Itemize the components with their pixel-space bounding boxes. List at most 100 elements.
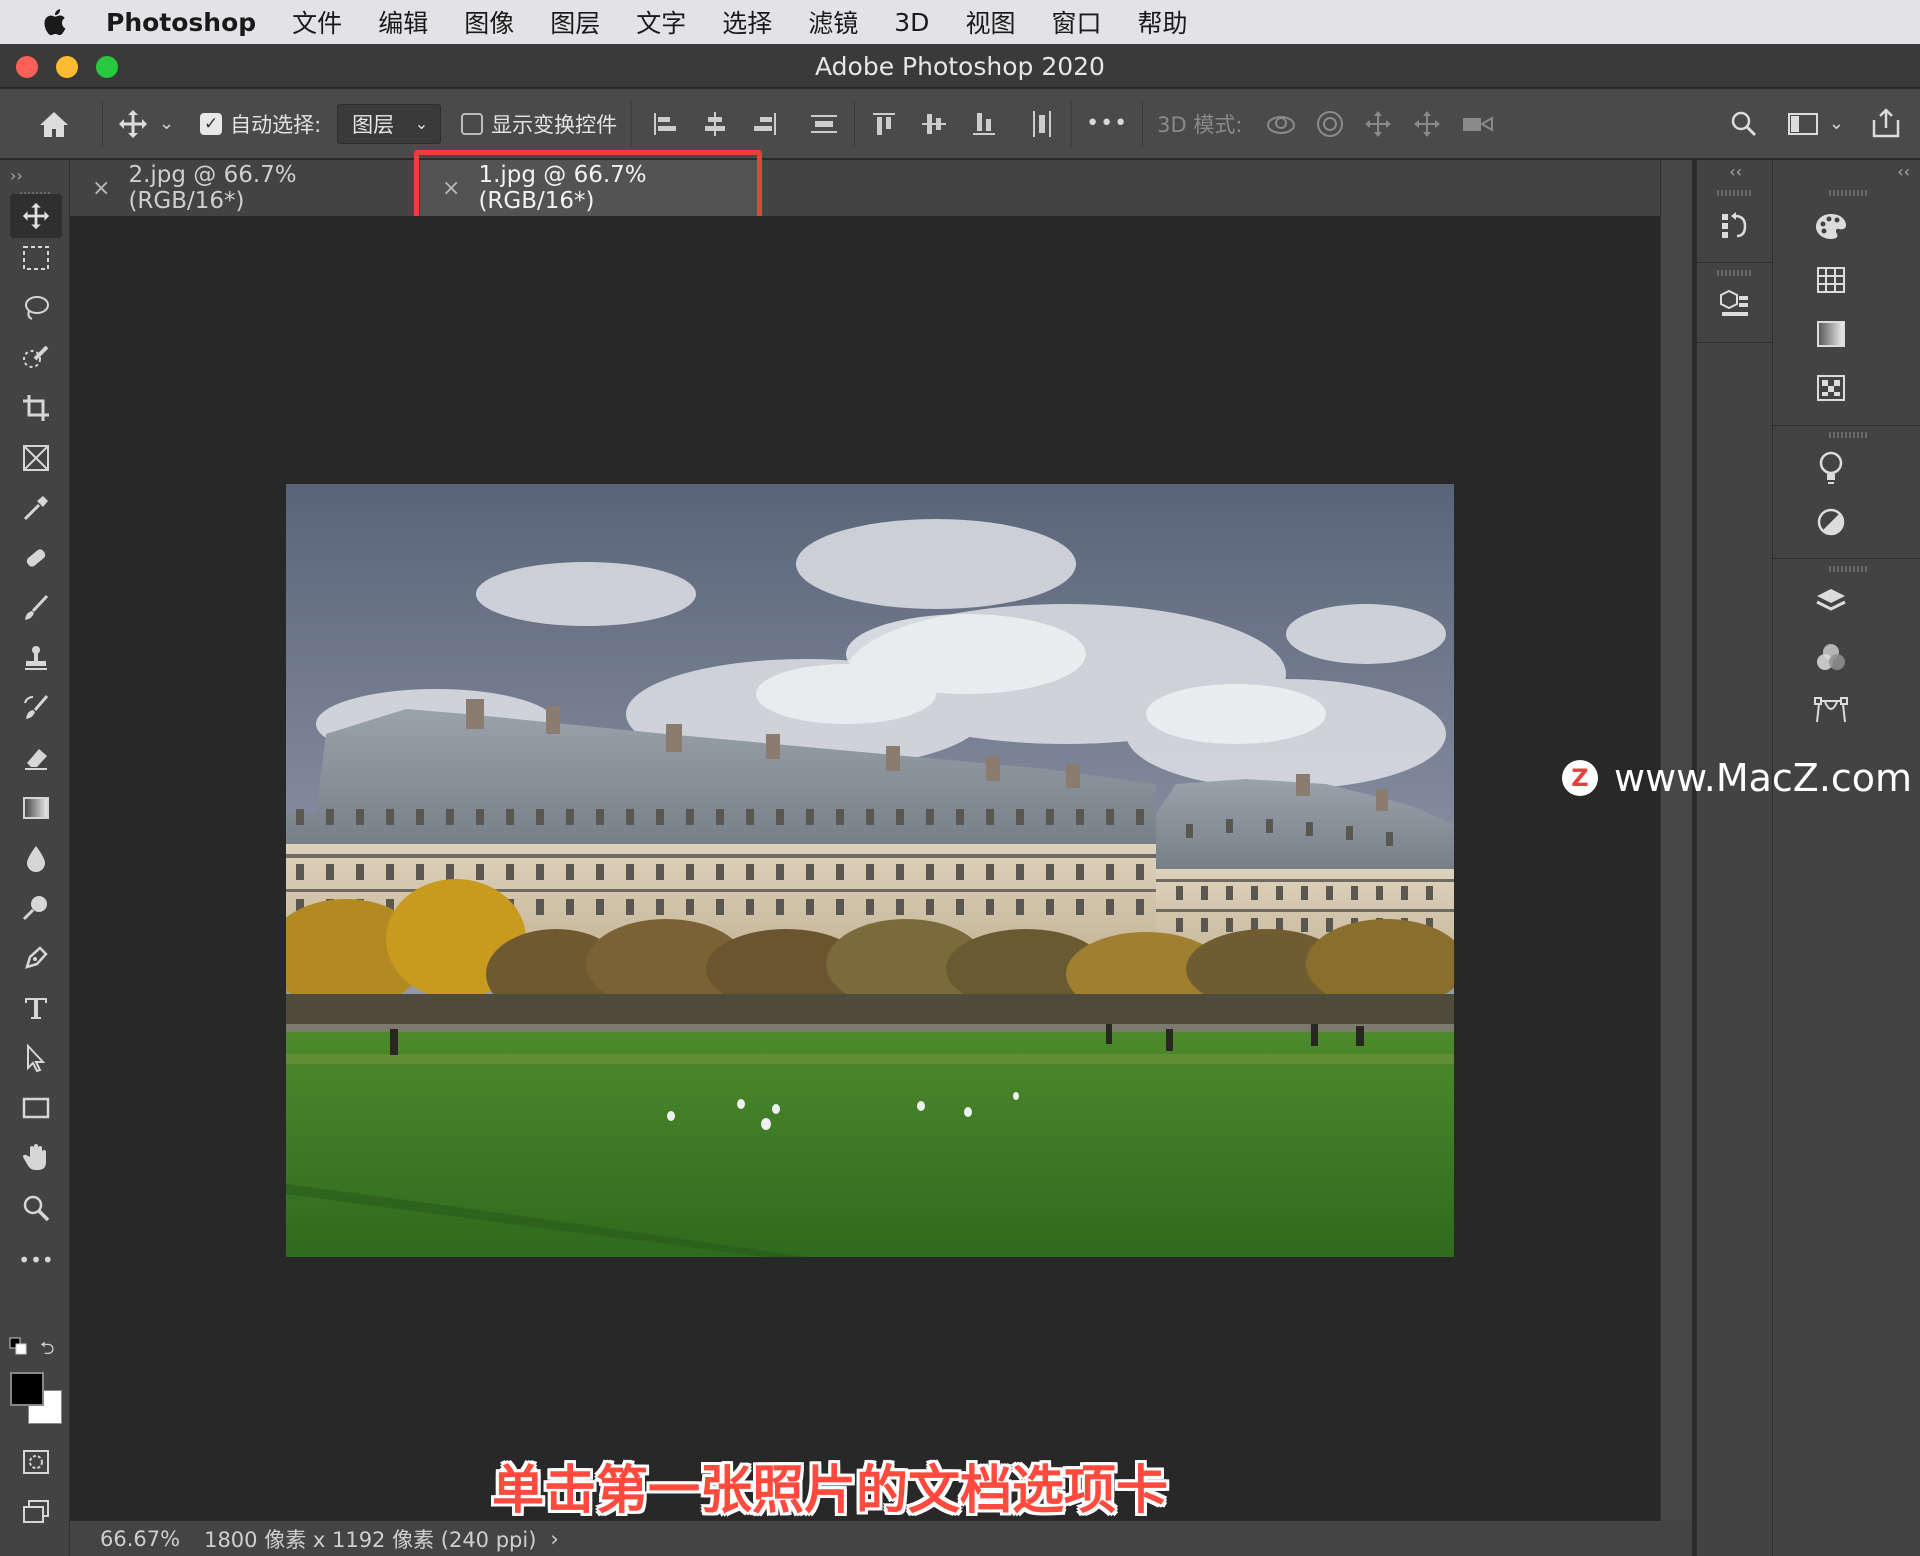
collapse-dock-icon[interactable]: ‹‹ <box>1729 162 1742 181</box>
chevron-down-icon[interactable]: ⌄ <box>159 113 174 134</box>
chevron-down-icon: ⌄ <box>414 114 429 133</box>
color-panel-icon[interactable] <box>1811 206 1851 246</box>
dodge-tool[interactable] <box>10 886 62 930</box>
watermark-text: www.MacZ.com <box>1614 756 1913 800</box>
tutorial-caption: 单击第一张照片的文档选项卡 <box>491 1461 1168 1521</box>
menu-view[interactable]: 视图 <box>965 4 1015 40</box>
marquee-tool[interactable] <box>10 236 62 280</box>
menu-edit[interactable]: 编辑 <box>378 4 428 40</box>
history-panel-icon[interactable] <box>1715 206 1755 246</box>
3d-roll-icon[interactable] <box>1314 108 1346 140</box>
auto-select-checkbox[interactable]: ✓ <box>200 112 223 135</box>
foreground-color-swatch[interactable] <box>10 1372 44 1406</box>
menu-window[interactable]: 窗口 <box>1051 4 1101 40</box>
crop-tool[interactable] <box>10 386 62 430</box>
distribute-h-icon[interactable] <box>808 109 840 139</box>
default-colors-icon[interactable] <box>8 1336 30 1358</box>
status-bar: 66.67% 1800 像素 x 1192 像素 (240 ppi) › <box>70 1521 1692 1556</box>
3d-mode-label: 3D 模式: <box>1157 112 1243 137</box>
rectangle-tool[interactable] <box>10 1086 62 1130</box>
menu-layer[interactable]: 图层 <box>550 4 600 40</box>
expand-toolbar-icon[interactable]: ›› <box>10 166 23 185</box>
share-icon[interactable] <box>1870 107 1902 140</box>
show-transform-label: 显示变换控件 <box>491 112 618 137</box>
collapse-dock-icon[interactable]: ‹‹ <box>1897 162 1910 181</box>
document-tab-bar: × 2.jpg @ 66.7%(RGB/16*) × 1.jpg @ 66.7%… <box>70 160 1692 216</box>
paths-panel-icon[interactable] <box>1811 690 1851 730</box>
menu-select[interactable]: 选择 <box>722 4 772 40</box>
status-menu-arrow[interactable]: › <box>550 1527 558 1551</box>
clone-stamp-tool[interactable] <box>10 636 62 680</box>
document-info: 1800 像素 x 1192 像素 (240 ppi) <box>204 1527 537 1552</box>
window-titlebar: Adobe Photoshop 2020 <box>0 44 1920 88</box>
gradients-panel-icon[interactable] <box>1811 314 1851 354</box>
auto-select-option[interactable]: ✓ 自动选择: <box>200 109 321 139</box>
brush-tool[interactable] <box>10 586 62 630</box>
move-tool-icon[interactable] <box>117 108 149 140</box>
align-center-h-icon[interactable] <box>700 109 730 139</box>
close-tab-icon[interactable]: × <box>92 176 110 201</box>
search-icon[interactable] <box>1729 109 1759 139</box>
3d-orbit-icon[interactable] <box>1264 109 1298 139</box>
panel-dock-narrow: ‹‹ <box>1696 160 1773 1556</box>
3d-slide-icon[interactable] <box>1410 108 1444 140</box>
pen-tool[interactable] <box>10 936 62 980</box>
menu-image[interactable]: 图像 <box>464 4 514 40</box>
3d-pan-icon[interactable] <box>1362 108 1394 140</box>
tab-label: 2.jpg @ 66.7%(RGB/16*) <box>128 162 297 214</box>
patterns-panel-icon[interactable] <box>1811 368 1851 408</box>
distribute-v-icon[interactable] <box>1027 108 1057 140</box>
menu-3d[interactable]: 3D <box>894 8 929 37</box>
watermark: Z www.MacZ.com <box>1562 756 1912 800</box>
align-top-icon[interactable] <box>869 109 899 139</box>
apple-icon[interactable] <box>40 7 68 37</box>
path-selection-tool[interactable] <box>10 1036 62 1080</box>
auto-select-target-value: 图层 <box>352 112 395 137</box>
chevron-down-icon[interactable]: ⌄ <box>1829 113 1844 134</box>
hand-tool[interactable] <box>10 1136 62 1180</box>
adjustments-panel-icon[interactable] <box>1811 502 1851 542</box>
history-brush-tool[interactable] <box>10 686 62 730</box>
zoom-level[interactable]: 66.67% <box>100 1527 180 1551</box>
menu-type[interactable]: 文字 <box>636 4 686 40</box>
eyedropper-tool[interactable] <box>10 486 62 530</box>
show-transform-option[interactable]: 显示变换控件 <box>461 109 617 139</box>
macos-menubar: Photoshop 文件 编辑 图像 图层 文字 选择 滤镜 3D 视图 窗口 … <box>0 0 1920 44</box>
layers-panel-icon[interactable] <box>1811 582 1851 622</box>
move-tool[interactable] <box>10 194 62 238</box>
healing-brush-tool[interactable] <box>10 536 62 580</box>
auto-select-target-dropdown[interactable]: 图层 ⌄ <box>337 103 442 144</box>
edit-toolbar-icon[interactable]: ••• <box>10 1238 62 1282</box>
type-tool[interactable] <box>10 986 62 1030</box>
app-menu-photoshop[interactable]: Photoshop <box>106 8 256 37</box>
canvas-scroll-strip[interactable] <box>1660 160 1692 1521</box>
document-photo[interactable] <box>286 484 1454 1257</box>
swatches-panel-icon[interactable] <box>1811 260 1851 300</box>
align-middle-v-icon[interactable] <box>919 109 949 139</box>
gradient-tool[interactable] <box>10 786 62 830</box>
channels-panel-icon[interactable] <box>1811 638 1851 678</box>
menu-file[interactable]: 文件 <box>292 4 342 40</box>
3d-camera-icon[interactable] <box>1460 109 1496 139</box>
tab-2-jpg[interactable]: × 2.jpg @ 66.7%(RGB/16*) <box>70 160 410 216</box>
window-title: Adobe Photoshop 2020 <box>815 52 1105 81</box>
zoom-tool[interactable] <box>10 1186 62 1230</box>
quick-selection-tool[interactable] <box>10 336 62 380</box>
blur-tool[interactable] <box>10 836 62 880</box>
frame-tool[interactable] <box>10 436 62 480</box>
workspace-icon[interactable] <box>1787 110 1819 138</box>
menu-help[interactable]: 帮助 <box>1137 4 1187 40</box>
home-icon[interactable] <box>36 109 72 139</box>
tab-highlight-box <box>414 150 762 224</box>
show-transform-checkbox[interactable] <box>461 112 484 135</box>
3d-panel-icon[interactable] <box>1715 284 1755 324</box>
eraser-tool[interactable] <box>10 736 62 780</box>
lasso-tool[interactable] <box>10 286 62 330</box>
align-left-icon[interactable] <box>650 109 680 139</box>
align-right-icon[interactable] <box>750 109 780 139</box>
menu-filter[interactable]: 滤镜 <box>808 4 858 40</box>
swap-colors-icon[interactable]: ⮌ <box>40 1336 54 1366</box>
properties-panel-icon[interactable] <box>1811 448 1851 488</box>
more-options-icon[interactable]: ••• <box>1086 111 1128 136</box>
align-bottom-icon[interactable] <box>969 109 999 139</box>
